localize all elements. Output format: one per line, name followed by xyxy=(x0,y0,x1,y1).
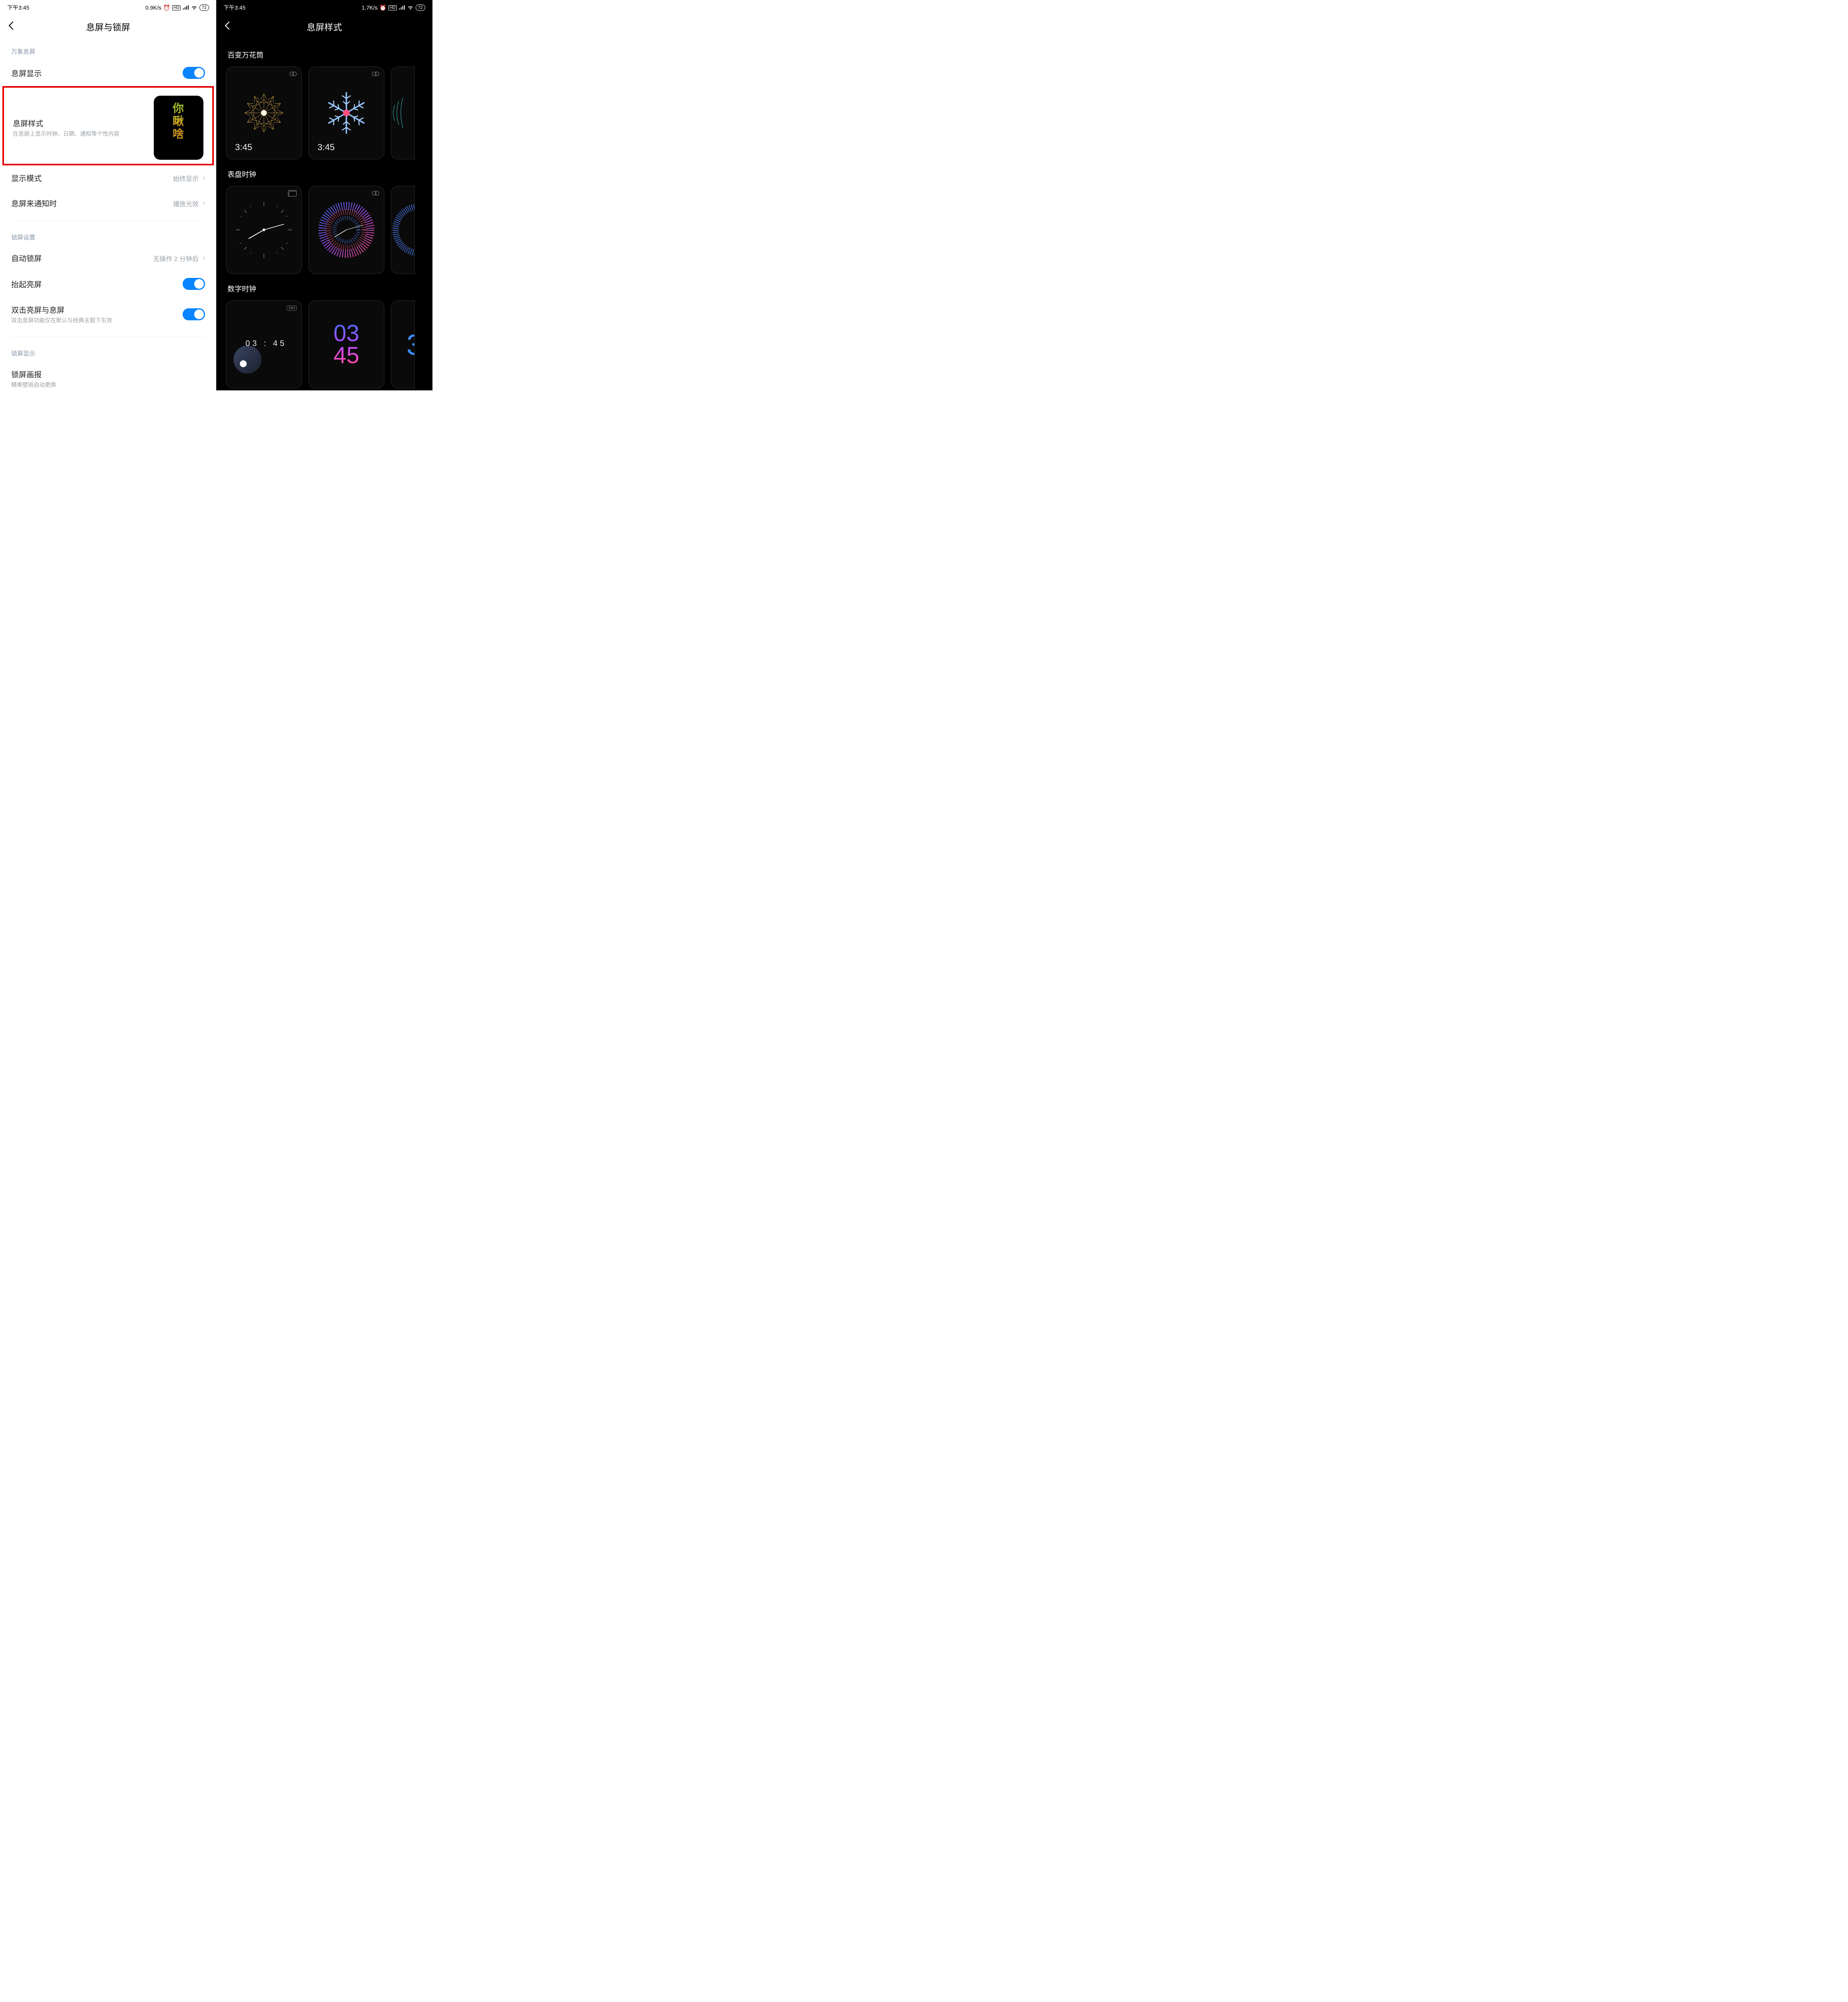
page-header: 息屏样式 xyxy=(216,14,432,40)
particle-spiral-clock xyxy=(316,200,376,260)
aod-style-preview-thumbnail: 你 瞅 啥 xyxy=(154,96,203,160)
carousel-subtitle: 精美壁纸自动更换 xyxy=(11,381,56,389)
row-double-tap[interactable]: 双击亮屏与息屏 双击息屏功能仅在默认与经典主题下生效 xyxy=(0,297,216,332)
status-right-cluster: 1.7K/s ⏰ HD 72 xyxy=(362,4,425,11)
card-time-label: 3:45 xyxy=(318,142,335,153)
status-network-speed: 1.7K/s xyxy=(362,4,378,11)
kaleidoscope-style-3-partial[interactable] xyxy=(391,66,415,159)
status-right-cluster: 0.9K/s ⏰ HD 72 xyxy=(145,4,209,11)
display-mode-value: 始终显示 xyxy=(173,173,199,183)
kaleidoscope-teal-icon xyxy=(391,89,415,137)
dial-clock-style-3-partial[interactable] xyxy=(391,186,415,274)
category-label-kaleidoscope: 百变万花筒 xyxy=(226,40,432,66)
row-aod-style[interactable]: 息屏样式 在息屏上显示时钟、日期、通知等个性内容 你 瞅 啥 xyxy=(4,88,212,164)
analog-clock-face xyxy=(234,200,294,260)
aod-display-label: 息屏显示 xyxy=(11,68,42,78)
digital-clock-row[interactable]: 24H 03 : 45 03 45 3 xyxy=(226,300,432,388)
page-header: 息屏与锁屏 xyxy=(0,14,216,40)
chevron-right-icon: › xyxy=(203,174,205,182)
kaleidoscope-snowflake-icon xyxy=(322,89,370,137)
kaleidoscope-row[interactable]: 3:45 3:45 xyxy=(226,66,432,159)
digital-clock-style-3-partial[interactable]: 3 xyxy=(391,300,415,388)
dial-clock-style-2[interactable] xyxy=(308,186,384,274)
signal-icon xyxy=(399,5,405,10)
page-title: 息屏样式 xyxy=(307,20,342,33)
aod-display-toggle[interactable] xyxy=(183,67,205,79)
kaleidoscope-style-2[interactable]: 3:45 xyxy=(308,66,384,159)
gradient-digits-display: 03 45 xyxy=(334,322,360,366)
chevron-right-icon: › xyxy=(203,254,205,262)
digits-hours: 03 xyxy=(334,322,360,344)
hd-icon: HD xyxy=(172,5,180,10)
layered-badge-icon xyxy=(289,191,297,197)
digits-minutes: 45 xyxy=(334,344,360,366)
dial-clock-style-1[interactable] xyxy=(226,186,302,274)
kaleidoscope-style-1[interactable]: 3:45 xyxy=(226,66,302,159)
status-network-speed: 0.9K/s xyxy=(145,4,161,11)
signal-icon xyxy=(183,5,189,10)
carousel-label: 锁屏画报 xyxy=(11,369,56,380)
section-label-lockscreen: 锁屏设置 xyxy=(0,226,216,245)
aod-style-picker-screen: 下午3:45 1.7K/s ⏰ HD 72 息屏样式 百变万花筒 xyxy=(216,0,432,390)
battery-indicator: 72 xyxy=(199,4,209,11)
aod-style-title: 息屏样式 xyxy=(13,118,147,129)
dynamic-badge-icon xyxy=(290,72,297,76)
digital-clock-style-moon[interactable]: 24H 03 : 45 xyxy=(226,300,302,388)
row-lockscreen-carousel[interactable]: 锁屏画报 精美壁纸自动更换 xyxy=(0,362,216,391)
raise-wake-toggle[interactable] xyxy=(183,278,205,290)
page-title: 息屏与锁屏 xyxy=(86,20,130,33)
back-button[interactable] xyxy=(224,21,230,32)
raise-wake-label: 抬起亮屏 xyxy=(11,279,42,289)
partial-digit: 3 xyxy=(406,329,415,362)
dial-clock-row[interactable] xyxy=(226,186,432,274)
row-aod-notification[interactable]: 息屏来通知时 播放光效 › xyxy=(0,191,216,216)
hd-icon: HD xyxy=(388,5,396,10)
double-tap-subtitle: 双击息屏功能仅在默认与经典主题下生效 xyxy=(11,317,112,325)
section-label-aod: 万象息屏 xyxy=(0,40,216,60)
aod-style-subtitle: 在息屏上显示时钟、日期、通知等个性内容 xyxy=(13,130,147,138)
back-button[interactable] xyxy=(8,21,14,32)
battery-indicator: 72 xyxy=(416,4,425,11)
alarm-icon: ⏰ xyxy=(380,4,386,11)
settings-screen-aod-lockscreen: 下午3:45 0.9K/s ⏰ HD 72 息屏与锁屏 万象息屏 息屏显示 xyxy=(0,0,216,390)
status-time: 下午3:45 xyxy=(223,4,245,12)
crescent-moon-icon xyxy=(233,346,261,374)
preview-line-1: 你 xyxy=(173,102,185,115)
digital-time-display: 03 : 45 xyxy=(245,339,287,348)
double-tap-toggle[interactable] xyxy=(183,308,205,320)
row-auto-lock[interactable]: 自动锁屏 无操作 2 分钟后 › xyxy=(0,245,216,271)
category-label-dial-clock: 表盘时钟 xyxy=(226,159,432,186)
section-label-lockscreen-display: 锁屏显示 xyxy=(0,342,216,362)
preview-line-3: 啥 xyxy=(173,128,185,141)
aod-notification-value: 播放光效 xyxy=(173,199,199,208)
dynamic-badge-icon xyxy=(372,191,379,195)
status-bar: 下午3:45 0.9K/s ⏰ HD 72 xyxy=(0,0,216,14)
double-tap-label: 双击亮屏与息屏 xyxy=(11,304,112,315)
row-display-mode[interactable]: 显示模式 始终显示 › xyxy=(0,165,216,191)
preview-line-2: 瞅 xyxy=(173,115,185,128)
24h-badge: 24H xyxy=(287,306,297,311)
digital-clock-style-gradient[interactable]: 03 45 xyxy=(308,300,384,388)
aod-notification-label: 息屏来通知时 xyxy=(11,198,57,209)
row-aod-display[interactable]: 息屏显示 xyxy=(0,60,216,86)
wifi-icon xyxy=(407,5,414,10)
display-mode-label: 显示模式 xyxy=(11,173,42,183)
chevron-right-icon: › xyxy=(203,199,205,207)
status-bar: 下午3:45 1.7K/s ⏰ HD 72 xyxy=(216,0,432,14)
status-time: 下午3:45 xyxy=(7,4,29,12)
auto-lock-label: 自动锁屏 xyxy=(11,253,42,263)
particle-clock-partial xyxy=(391,200,415,260)
card-time-label: 3:45 xyxy=(235,142,252,153)
kaleidoscope-gold-icon xyxy=(240,89,288,137)
auto-lock-value: 无操作 2 分钟后 xyxy=(153,253,199,263)
alarm-icon: ⏰ xyxy=(163,4,170,11)
wifi-icon xyxy=(191,5,197,10)
row-raise-to-wake[interactable]: 抬起亮屏 xyxy=(0,271,216,297)
highlighted-aod-style-row: 息屏样式 在息屏上显示时钟、日期、通知等个性内容 你 瞅 啥 xyxy=(2,86,214,165)
category-label-digital-clock: 数字时钟 xyxy=(226,274,432,300)
dynamic-badge-icon xyxy=(372,72,379,76)
